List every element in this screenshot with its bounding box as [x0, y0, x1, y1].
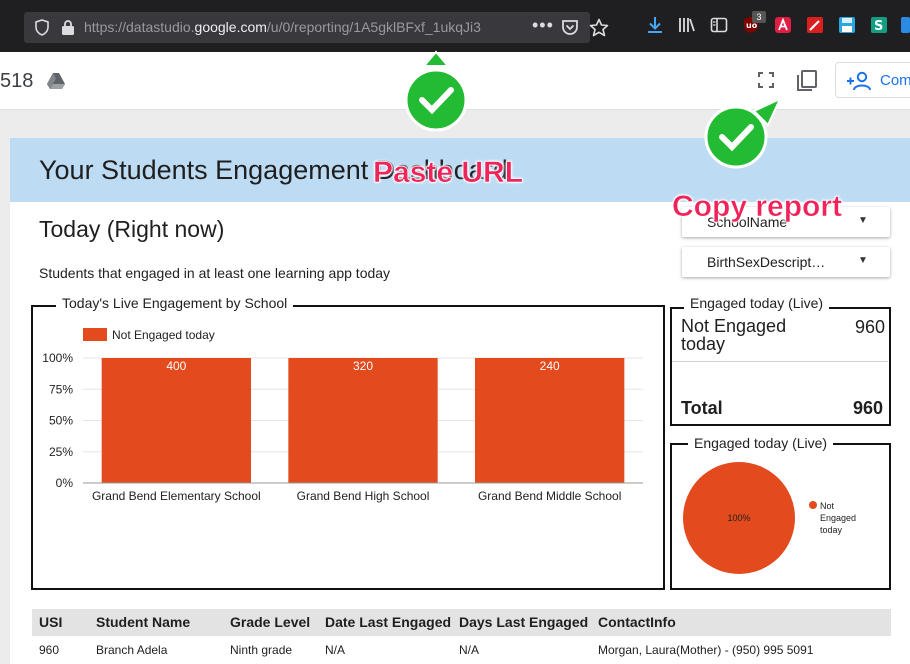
- y-tick-label: 0%: [56, 476, 74, 490]
- url-text[interactable]: https://datastudio.google.com/u/0/report…: [84, 19, 524, 35]
- scorecard-title: Engaged today (Live): [684, 295, 830, 311]
- pie-chart-title: Engaged today (Live): [688, 435, 834, 451]
- x-tick-label: Grand Bend Elementary School: [92, 489, 261, 503]
- browser-toolbar: https://datastudio.google.com/u/0/report…: [0, 0, 910, 52]
- column-header-days-last-engaged[interactable]: Days Last Engaged: [459, 614, 588, 630]
- legend-label: Not Engaged today: [112, 328, 215, 342]
- scorecard-total-label: Total: [681, 398, 723, 418]
- column-header-date-last-engaged[interactable]: Date Last Engaged: [325, 614, 451, 630]
- table-cell-student-name: Branch Adela: [96, 643, 168, 657]
- table-cell-contact-info: Morgan, Laura(Mother) - (950) 995 5091: [598, 643, 814, 657]
- birth-sex-filter[interactable]: BirthSexDescript… ▼: [682, 247, 890, 277]
- copy-report-annotation: Copy report: [672, 190, 843, 224]
- y-tick-label: 75%: [49, 382, 73, 396]
- column-header-contact-info[interactable]: ContactInfo: [598, 614, 676, 630]
- table-cell-days-last-engaged: N/A: [459, 643, 480, 657]
- bar: [475, 358, 625, 483]
- paste-url-annotation: Paste URL: [373, 156, 524, 190]
- library-icon[interactable]: [678, 16, 696, 34]
- table-cell-grade-level: Ninth grade: [230, 643, 293, 657]
- report-name[interactable]: 518: [0, 70, 33, 93]
- share-button[interactable]: Com: [835, 62, 910, 98]
- bar: [101, 358, 252, 483]
- color-picker-extension-icon[interactable]: [806, 16, 824, 34]
- chevron-down-icon: ▼: [858, 215, 868, 226]
- adblock-extension-icon[interactable]: [774, 16, 792, 34]
- url-path: /u/0/reporting/1A5gklBFxf_1ukqJi3: [266, 19, 481, 35]
- pie-legend-swatch: [809, 501, 817, 509]
- paste-url-check-marker: [404, 50, 468, 132]
- url-prefix: https://datastudio.: [84, 19, 195, 35]
- share-label: Com: [880, 72, 910, 89]
- scorecard-row-label: Not Engaged today: [681, 316, 787, 354]
- chevron-down-icon: ▼: [858, 255, 868, 266]
- page-actions-menu-icon[interactable]: •••: [532, 15, 554, 36]
- column-header-student-name[interactable]: Student Name: [96, 614, 190, 630]
- extension-badge: 3: [752, 11, 766, 23]
- engagement-subtitle: Students that engaged in at least one le…: [39, 265, 391, 281]
- bar-value-label: 240: [540, 359, 560, 373]
- scorecard-row-value: 960: [855, 317, 886, 337]
- scorecard-total-value: 960: [853, 398, 884, 418]
- column-header-usi[interactable]: USI: [39, 614, 62, 630]
- extension-icon-partial[interactable]: [900, 16, 910, 34]
- downloads-icon[interactable]: [646, 16, 664, 34]
- today-heading: Today (Right now): [39, 216, 225, 242]
- s-extension-icon[interactable]: S: [870, 16, 888, 34]
- google-drive-icon[interactable]: [46, 72, 66, 90]
- bar-chart-title: Today's Live Engagement by School: [56, 295, 294, 311]
- pie-slice-label: 100%: [727, 513, 750, 523]
- bar-value-label: 400: [166, 359, 186, 373]
- x-tick-label: Grand Bend High School: [297, 489, 430, 503]
- bar: [288, 358, 438, 483]
- scorecard-divider: [672, 361, 888, 362]
- table-cell-usi: 960: [39, 643, 60, 657]
- fullscreen-icon[interactable]: [757, 71, 775, 89]
- y-tick-label: 25%: [49, 445, 73, 459]
- y-tick-label: 100%: [42, 351, 73, 365]
- legend-swatch: [83, 328, 107, 341]
- pie-legend-label: Not Engaged today: [820, 501, 856, 535]
- tracking-shield-icon[interactable]: [34, 19, 50, 36]
- bookmark-star-icon[interactable]: [589, 18, 609, 37]
- x-tick-label: Grand Bend Middle School: [478, 489, 621, 503]
- lock-icon[interactable]: [61, 20, 75, 35]
- svg-text:S: S: [874, 19, 883, 34]
- copy-report-check-marker: [704, 96, 783, 169]
- url-domain: google.com: [194, 19, 267, 35]
- add-person-icon: [847, 71, 871, 91]
- bar-value-label: 320: [353, 359, 373, 373]
- copy-report-icon[interactable]: [796, 69, 818, 91]
- table-cell-date-last-engaged: N/A: [325, 643, 346, 657]
- column-header-grade-level[interactable]: Grade Level: [230, 614, 310, 630]
- y-tick-label: 50%: [49, 414, 73, 428]
- address-bar[interactable]: https://datastudio.google.com/u/0/report…: [24, 12, 609, 43]
- pocket-icon[interactable]: [561, 19, 579, 36]
- sidebar-icon[interactable]: [710, 16, 728, 34]
- bar-chart-svg: Not Engaged today 100% 75% 50% 25% 0% 400 Grand…: [42, 328, 643, 503]
- save-extension-icon[interactable]: [838, 16, 856, 34]
- pie-chart-svg: 100% Not Engaged today: [683, 462, 856, 574]
- birth-sex-filter-label: BirthSexDescript…: [707, 254, 826, 270]
